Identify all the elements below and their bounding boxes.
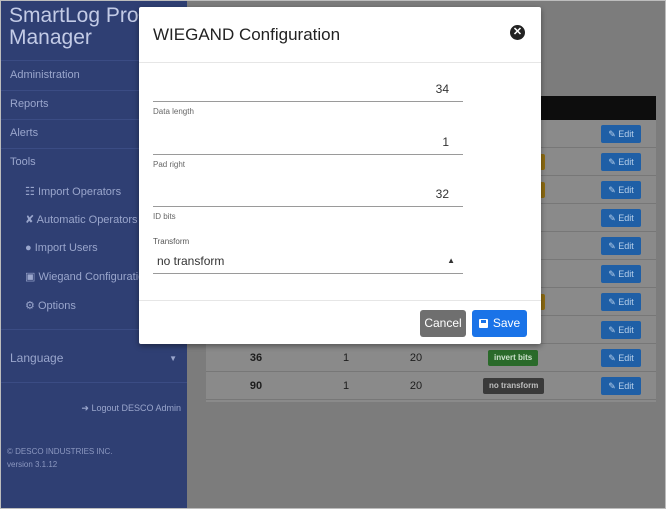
save-button[interactable]: Save <box>472 310 527 337</box>
edit-icon: ✎ <box>608 297 619 307</box>
language-dropdown[interactable]: Language ▼ <box>1 344 187 373</box>
divider <box>1 382 187 383</box>
edit-button[interactable]: ✎ Edit <box>601 237 641 255</box>
edit-icon: ✎ <box>608 213 619 223</box>
pad-right-cell: 1 <box>342 352 350 364</box>
edit-button[interactable]: ✎ Edit <box>601 349 641 367</box>
edit-icon: ✎ <box>608 269 619 279</box>
dialog-title: WIEGAND Configuration <box>153 25 341 44</box>
brand-subtitle: Manager <box>9 26 92 49</box>
transform-badge: invert bits <box>488 350 539 366</box>
table-row: 36 1 20 invert bits ✎ Edit <box>206 344 656 372</box>
edit-label: Edit <box>618 129 634 139</box>
sidebar-item-label: Import Users <box>34 242 98 254</box>
wiegand-configuration-dialog: WIEGAND Configuration ✕ 34 Data length 1… <box>139 7 541 344</box>
edit-button[interactable]: ✎ Edit <box>601 153 641 171</box>
edit-button[interactable]: ✎ Edit <box>601 209 641 227</box>
brand-logo: SmartLog Pro® Manager <box>9 5 147 49</box>
edit-icon: ✎ <box>608 325 619 335</box>
id-bits-cell: 20 <box>409 352 423 364</box>
users-icon: ● <box>25 242 32 254</box>
id-bits-label: ID bits <box>153 212 176 221</box>
edit-icon: ✎ <box>608 157 619 167</box>
import-icon: ☷ <box>25 186 35 198</box>
edit-label: Edit <box>618 325 634 335</box>
edit-icon: ✎ <box>608 381 619 391</box>
edit-icon: ✎ <box>608 185 619 195</box>
tools-icon: ✘ <box>25 214 35 226</box>
edit-button[interactable]: ✎ Edit <box>601 293 641 311</box>
save-label: Save <box>492 316 521 330</box>
edit-button[interactable]: ✎ Edit <box>601 181 641 199</box>
edit-label: Edit <box>618 269 634 279</box>
sidebar-item-label: Options <box>37 300 76 312</box>
edit-label: Edit <box>618 213 634 223</box>
transform-value: no transform <box>157 254 225 268</box>
edit-button[interactable]: ✎ Edit <box>601 265 641 283</box>
pad-right-label: Pad right <box>153 160 186 169</box>
id-bits-input[interactable]: 32 <box>153 182 463 207</box>
dialog-header: WIEGAND Configuration ✕ <box>139 7 541 63</box>
transform-label: Transform <box>153 237 190 246</box>
data-length-label: Data length <box>153 107 194 116</box>
logout-label: Logout DESCO Admin <box>91 403 181 413</box>
logout-link[interactable]: ➜ Logout DESCO Admin <box>81 403 181 414</box>
dialog-footer: Cancel Save <box>139 300 541 345</box>
edit-icon: ✎ <box>608 353 619 363</box>
copyright: © DESCO INDUSTRIES INC. version 3.1.12 <box>7 445 112 471</box>
transform-badge: no transform <box>483 378 545 394</box>
sidebar-item-label: Wiegand Configuration <box>38 271 151 283</box>
edit-label: Edit <box>618 353 634 363</box>
version-text: version 3.1.12 <box>7 460 58 469</box>
data-length-input[interactable]: 34 <box>153 77 463 102</box>
brand-name: SmartLog Pro <box>9 4 139 27</box>
edit-label: Edit <box>618 185 634 195</box>
chevron-down-icon: ▼ <box>169 354 177 363</box>
edit-label: Edit <box>618 241 634 251</box>
copyright-text: © DESCO INDUSTRIES INC. <box>7 447 113 456</box>
app-window: SmartLog Pro® Manager Administration Rep… <box>0 0 666 509</box>
chevron-updown-icon: ▲ <box>447 256 455 265</box>
edit-icon: ✎ <box>608 129 619 139</box>
edit-button[interactable]: ✎ Edit <box>601 125 641 143</box>
id-bits-cell: 20 <box>409 380 423 392</box>
save-icon <box>478 319 488 328</box>
edit-button[interactable]: ✎ Edit <box>601 321 641 339</box>
edit-icon: ✎ <box>608 241 619 251</box>
data-length-cell: 90 <box>249 380 263 392</box>
edit-label: Edit <box>618 297 634 307</box>
gear-icon: ⚙ <box>25 300 35 312</box>
cancel-button[interactable]: Cancel <box>420 310 466 337</box>
sidebar-item-label: Import Operators <box>37 186 122 198</box>
close-icon[interactable]: ✕ <box>510 25 525 40</box>
id-card-icon: ▣ <box>25 271 36 283</box>
pad-right-cell: 1 <box>342 380 350 392</box>
language-label: Language <box>10 351 64 365</box>
pad-right-input[interactable]: 1 <box>153 130 463 155</box>
edit-label: Edit <box>618 157 634 167</box>
edit-label: Edit <box>618 381 634 391</box>
table-row: 90 1 20 no transform ✎ Edit <box>206 372 656 400</box>
edit-button[interactable]: ✎ Edit <box>601 377 641 395</box>
data-length-cell: 36 <box>249 352 263 364</box>
transform-select[interactable]: no transform ▲ <box>153 248 463 274</box>
sidebar-item-label: Automatic Operators Im <box>36 214 153 226</box>
logout-icon: ➜ <box>81 403 89 413</box>
